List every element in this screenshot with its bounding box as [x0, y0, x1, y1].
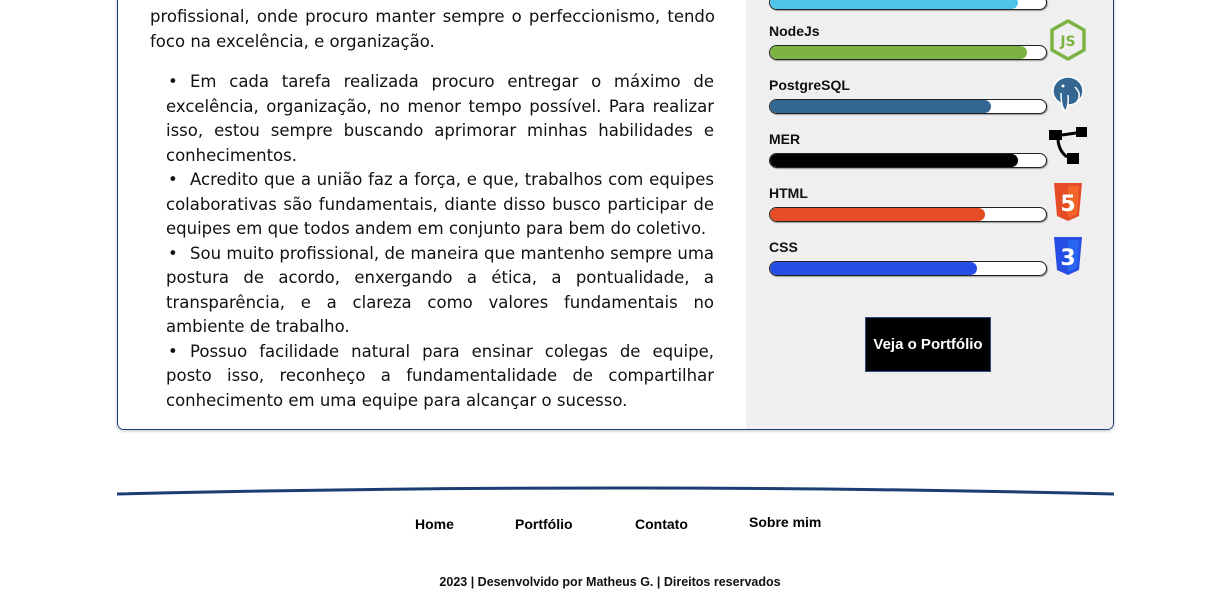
skill-name: PostgreSQL: [769, 77, 850, 93]
footer-link-portfolio[interactable]: Portfólio: [515, 516, 573, 532]
svg-text:3: 3: [1060, 246, 1075, 271]
footer-link-about[interactable]: Sobre mim: [749, 514, 821, 530]
view-portfolio-button[interactable]: Veja o Portfólio: [865, 317, 991, 372]
css3-icon: 3: [1054, 237, 1082, 275]
partial-skill-icon: [1049, 0, 1087, 11]
skill-bar-fill: [770, 262, 977, 275]
footer-nav: Home Portfólio Contato Sobre mim: [0, 514, 1220, 538]
footer-link-contact[interactable]: Contato: [635, 516, 688, 532]
skill-name: HTML: [769, 185, 808, 201]
skill-bar-track: [769, 261, 1047, 276]
skill-row-postgresql: PostgreSQL: [769, 76, 1099, 127]
list-item: • Possuo facilidade natural para ensinar …: [166, 340, 714, 414]
svg-text:5: 5: [1060, 192, 1075, 217]
mer-diagram-icon: [1049, 127, 1087, 164]
about-card: profissional, onde procuro manter sempre…: [117, 0, 1114, 430]
skill-bar-fill: [770, 0, 1019, 9]
html5-icon: 5: [1054, 183, 1082, 221]
skill-row-css: CSS 3: [769, 237, 1099, 289]
list-item: • Sou muito profissional, de maneira que …: [166, 242, 714, 340]
skills-panel: NodeJs JS PostgreSQL MER HTML 5 CSS 3 Ve…: [746, 0, 1113, 429]
bullet-text: Em cada tarefa realizada procuro entrega…: [166, 72, 714, 165]
skill-bar-fill: [770, 46, 1027, 59]
skill-row-nodejs: NodeJs JS: [769, 19, 1099, 73]
list-item: • Em cada tarefa realizada procuro entreg…: [166, 70, 714, 168]
bullet-dot: •: [168, 170, 178, 189]
skill-bar-track: [769, 0, 1047, 10]
skill-name: NodeJs: [769, 23, 820, 39]
skill-bar-fill: [770, 208, 986, 221]
nodejs-icon: JS: [1050, 19, 1086, 61]
skill-bar-track: [769, 99, 1047, 114]
bullet-dot: •: [168, 341, 178, 361]
about-text-column: profissional, onde procuro manter sempre…: [118, 0, 746, 429]
skill-name: MER: [769, 131, 801, 147]
skill-row-html: HTML 5: [769, 183, 1099, 235]
footer-copyright: 2023 | Desenvolvido por Matheus G. | Dir…: [439, 575, 781, 589]
skill-bar-track: [769, 207, 1047, 222]
skill-row-mer: MER: [769, 127, 1099, 181]
skill-name: CSS: [769, 239, 798, 255]
svg-text:JS: JS: [1059, 34, 1075, 50]
skill-bar-track: [769, 45, 1047, 60]
bullet-text: Possuo facilidade natural para ensinar c…: [166, 341, 714, 410]
skill-bar-fill: [770, 100, 991, 113]
list-item: • Acredito que a união faz a força, e que…: [166, 168, 714, 242]
about-intro-text: profissional, onde procuro manter sempre…: [150, 7, 715, 51]
skill-bar-track: [769, 153, 1047, 168]
footer-divider-arc: [117, 486, 1114, 496]
skill-bar-fill: [770, 154, 1019, 167]
bullet-dot: •: [168, 72, 178, 91]
bullet-text: Acredito que a união faz a força, e que,…: [166, 170, 714, 238]
about-bullet-list: • Em cada tarefa realizada procuro entreg…: [166, 70, 714, 413]
postgresql-icon: [1052, 76, 1084, 112]
bullet-text: Sou muito profissional, de maneira que m…: [166, 243, 714, 337]
bullet-dot: •: [168, 243, 178, 263]
footer-link-home[interactable]: Home: [415, 516, 454, 532]
